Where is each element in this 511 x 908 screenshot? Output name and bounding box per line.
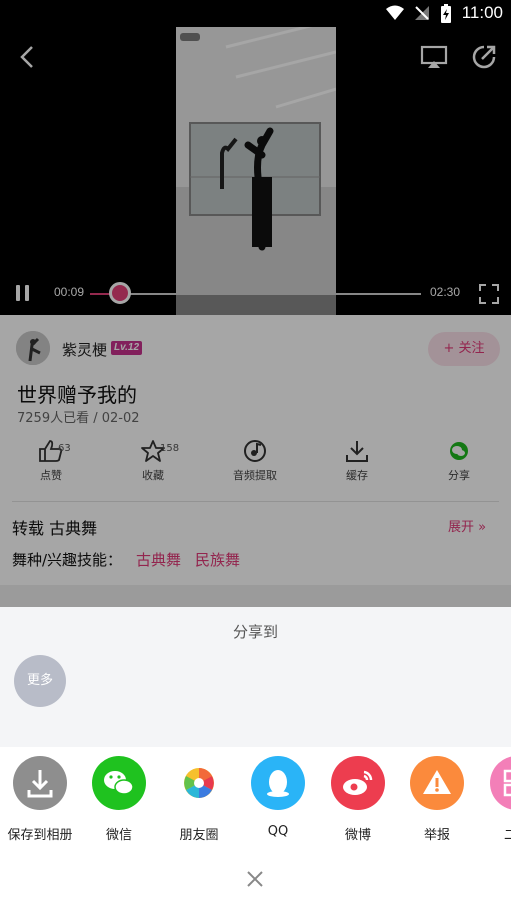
share-sheet-header: 分享到 更多 bbox=[0, 607, 511, 747]
share-moments-button[interactable]: 朋友圈 bbox=[159, 756, 239, 843]
weibo-icon bbox=[331, 756, 385, 810]
more-button[interactable]: 更多 bbox=[14, 655, 66, 707]
close-icon[interactable] bbox=[244, 868, 266, 890]
report-button[interactable]: 举报 bbox=[397, 756, 477, 843]
clock: 11:00 bbox=[461, 3, 503, 22]
save-album-icon bbox=[13, 756, 67, 810]
modal-backdrop[interactable] bbox=[0, 27, 511, 607]
share-sheet-options: 保存到相册 微信 朋友圈 QQ 微博 举报 二 bbox=[0, 747, 511, 908]
share-sheet-title: 分享到 bbox=[232, 623, 278, 641]
qrcode-icon bbox=[490, 756, 511, 810]
wechat-icon bbox=[92, 756, 146, 810]
qq-icon bbox=[251, 756, 305, 810]
warning-icon bbox=[410, 756, 464, 810]
share-weibo-button[interactable]: 微博 bbox=[318, 756, 398, 843]
qrcode-button[interactable]: 二维 bbox=[477, 756, 511, 843]
battery-charging-icon bbox=[440, 3, 451, 23]
wifi-icon bbox=[385, 5, 404, 20]
save-to-album-button[interactable]: 保存到相册 bbox=[0, 756, 80, 843]
share-item-label: 二维 bbox=[503, 828, 511, 843]
moments-icon bbox=[172, 756, 226, 810]
share-qq-button[interactable]: QQ bbox=[238, 756, 318, 839]
share-item-label: 保存到相册 bbox=[7, 828, 73, 843]
share-item-label: 举报 bbox=[423, 828, 450, 843]
share-item-label: QQ bbox=[267, 824, 289, 839]
share-wechat-button[interactable]: 微信 bbox=[79, 756, 159, 843]
share-item-label: 微博 bbox=[344, 828, 371, 843]
share-item-label: 朋友圈 bbox=[179, 828, 219, 843]
share-item-label: 微信 bbox=[105, 828, 132, 843]
no-signal-icon bbox=[414, 6, 429, 20]
status-bar: 11:00 bbox=[0, 0, 511, 27]
